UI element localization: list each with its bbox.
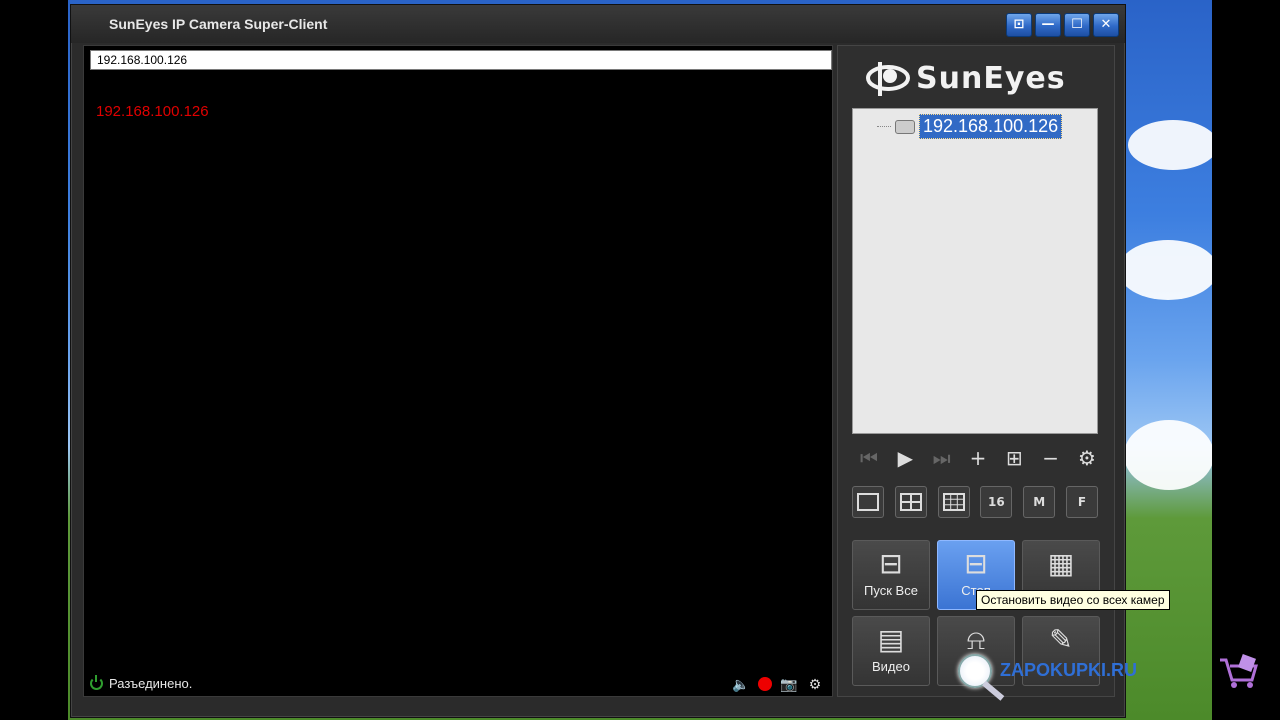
power-icon [90,674,103,690]
record-icon[interactable] [758,677,772,691]
watermark: ZAPOKUPKI.RU [1000,660,1137,681]
cloud [1124,420,1214,490]
restore-icon[interactable]: ⊡ [1006,13,1032,37]
tree-item-camera[interactable]: 192.168.100.126 [877,114,1063,139]
tree-connector [877,126,891,127]
start-all-label: Пуск Все [864,583,918,598]
video-icon: ▤ [877,623,905,656]
snapshot-icon[interactable]: 📷 [780,675,798,693]
letterbox-left [0,0,68,720]
add-camera-icon[interactable]: + [967,446,989,470]
tooltip: Остановить видео со всех камер [976,590,1170,610]
start-all-button[interactable]: ⊟ Пуск Все [852,540,930,610]
gear-icon[interactable]: ⚙ [806,675,824,693]
settings-gear-icon[interactable]: ⚙ [1076,446,1098,470]
camera-icon [895,119,915,134]
camera-address-field[interactable] [90,50,832,70]
previous-icon[interactable]: ⏮ [858,446,880,470]
layout-1x1-icon[interactable] [852,486,884,518]
multi-screen-icon: ▦ [1047,547,1075,580]
letterbox-right [1212,0,1280,720]
next-icon[interactable]: ⏭ [931,446,953,470]
play-all-icon: ⊟ [879,547,903,580]
playback-controls: ⏮ ▶ ⏭ + ⊞ − ⚙ [858,446,1098,470]
brand-logo: SunEyes [866,56,1066,100]
stop-all-icon: ⊟ [964,547,988,580]
wrench-icon: ✎ [1049,623,1073,656]
device-tree[interactable]: 192.168.100.126 [852,108,1098,434]
fullscreen-button[interactable]: F [1065,486,1098,518]
maximize-icon[interactable]: ☐ [1064,13,1090,37]
remove-camera-icon[interactable]: − [1040,446,1062,470]
layout-2x2-icon[interactable] [894,486,927,518]
eye-logo-icon [866,62,910,96]
video-label: Видео [872,659,910,674]
window-title: SunEyes IP Camera Super-Client [109,16,328,32]
watermark-part1: ZAPOKUPKI [1000,660,1107,680]
connection-status: Разъединено. [90,674,192,692]
layout-3x3-icon[interactable] [937,486,970,518]
minimize-icon[interactable]: — [1035,13,1061,37]
window-controls: ⊡ — ☐ ✕ [1006,13,1119,37]
title-bar[interactable]: SunEyes IP Camera Super-Client ⊡ — ☐ ✕ [71,5,1125,43]
video-button[interactable]: ▤ Видео [852,616,930,686]
cloud [1128,120,1218,170]
status-text: Разъединено. [109,675,193,691]
alarm-bell-icon: ⍾ [966,623,986,656]
add-group-icon[interactable]: ⊞ [1003,446,1025,470]
cloud [1118,240,1218,300]
logo-text: SunEyes [916,60,1066,96]
play-icon[interactable]: ▶ [894,446,916,470]
layout-selector: 16 M F [852,486,1098,518]
app-window: SunEyes IP Camera Super-Client ⊡ — ☐ ✕ 1… [70,4,1126,718]
video-panel[interactable]: 192.168.100.126 Разъединено. 🔈 📷 ⚙ [83,45,833,697]
layout-16-button[interactable]: 16 [980,486,1013,518]
camera-ip-overlay: 192.168.100.126 [96,103,209,120]
close-icon[interactable]: ✕ [1093,13,1119,37]
watermark-part2: .RU [1106,660,1138,680]
tree-item-label: 192.168.100.126 [919,114,1063,139]
layout-m-button[interactable]: M [1023,486,1056,518]
sound-icon[interactable]: 🔈 [732,675,750,693]
cart-logo-icon [1220,654,1258,688]
video-toolbar: 🔈 📷 ⚙ [732,675,824,693]
